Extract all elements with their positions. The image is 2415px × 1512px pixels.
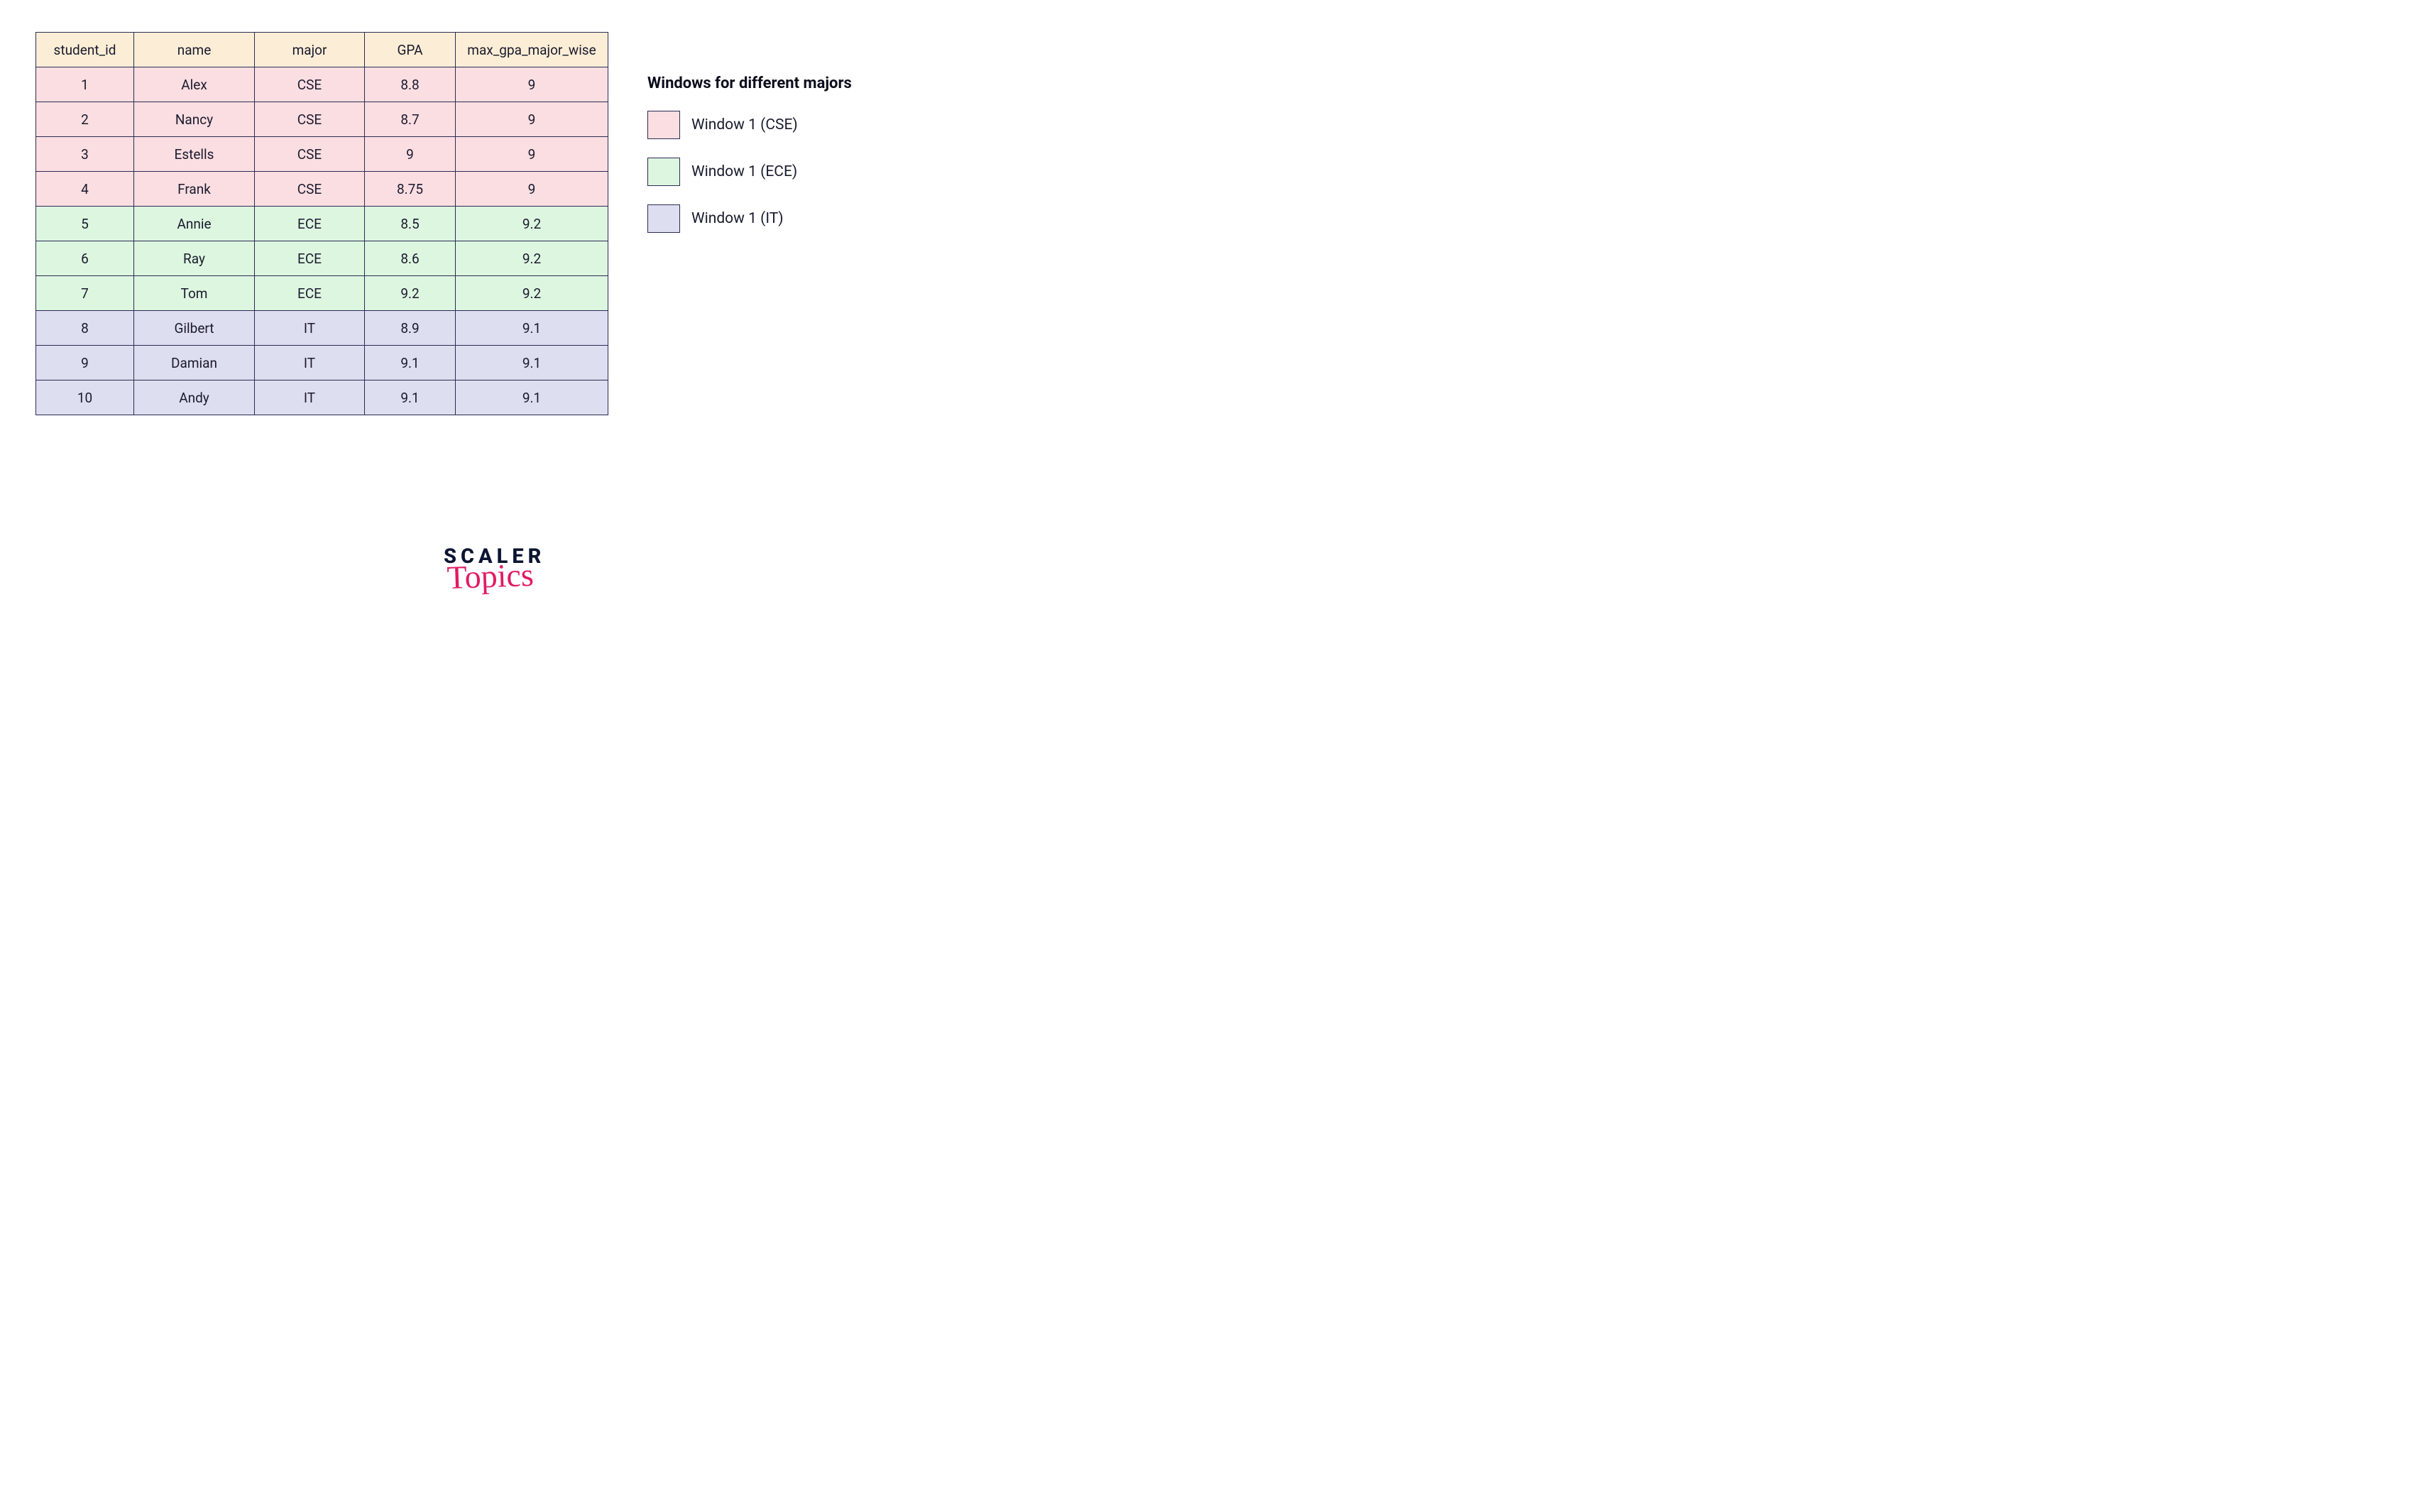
cell-gpa: 9.1 xyxy=(365,380,456,415)
cell-student_id: 4 xyxy=(36,172,134,207)
cell-max: 9 xyxy=(456,137,608,172)
cell-student_id: 8 xyxy=(36,311,134,346)
cell-student_id: 6 xyxy=(36,241,134,276)
legend: Windows for different majors Window 1 (C… xyxy=(647,75,852,251)
cell-max: 9.1 xyxy=(456,346,608,380)
cell-max: 9.2 xyxy=(456,207,608,241)
cell-major: IT xyxy=(255,311,365,346)
main-row: student_id name major GPA max_gpa_major_… xyxy=(35,32,1038,415)
cell-name: Andy xyxy=(134,380,255,415)
cell-name: Nancy xyxy=(134,102,255,137)
legend-label: Window 1 (IT) xyxy=(691,210,784,227)
legend-label: Window 1 (ECE) xyxy=(691,163,797,180)
cell-name: Annie xyxy=(134,207,255,241)
col-header-major: major xyxy=(255,33,365,67)
table-header-row: student_id name major GPA max_gpa_major_… xyxy=(36,33,608,67)
legend-item: Window 1 (CSE) xyxy=(647,111,852,139)
legend-swatch-it xyxy=(647,204,680,233)
col-header-name: name xyxy=(134,33,255,67)
cell-major: ECE xyxy=(255,241,365,276)
cell-student_id: 5 xyxy=(36,207,134,241)
cell-name: Gilbert xyxy=(134,311,255,346)
cell-gpa: 8.5 xyxy=(365,207,456,241)
scaler-topics-logo: SCALER Topics xyxy=(444,547,545,593)
cell-student_id: 1 xyxy=(36,67,134,102)
table-row: 8GilbertIT8.99.1 xyxy=(36,311,608,346)
cell-major: CSE xyxy=(255,102,365,137)
legend-swatch-cse xyxy=(647,111,680,139)
cell-name: Damian xyxy=(134,346,255,380)
cell-gpa: 8.8 xyxy=(365,67,456,102)
table-row: 5AnnieECE8.59.2 xyxy=(36,207,608,241)
cell-gpa: 8.6 xyxy=(365,241,456,276)
cell-gpa: 9 xyxy=(365,137,456,172)
table-row: 4FrankCSE8.759 xyxy=(36,172,608,207)
cell-gpa: 8.9 xyxy=(365,311,456,346)
cell-gpa: 9.2 xyxy=(365,276,456,311)
cell-name: Alex xyxy=(134,67,255,102)
logo-line-2: Topics xyxy=(439,559,542,595)
cell-gpa: 8.7 xyxy=(365,102,456,137)
legend-item: Window 1 (IT) xyxy=(647,204,852,233)
legend-swatch-ece xyxy=(647,158,680,186)
cell-max: 9 xyxy=(456,172,608,207)
cell-max: 9.1 xyxy=(456,380,608,415)
cell-student_id: 10 xyxy=(36,380,134,415)
students-table: student_id name major GPA max_gpa_major_… xyxy=(35,32,608,415)
cell-major: ECE xyxy=(255,207,365,241)
cell-major: ECE xyxy=(255,276,365,311)
legend-item: Window 1 (ECE) xyxy=(647,158,852,186)
cell-gpa: 9.1 xyxy=(365,346,456,380)
col-header-gpa: GPA xyxy=(365,33,456,67)
table-row: 9DamianIT9.19.1 xyxy=(36,346,608,380)
cell-major: CSE xyxy=(255,67,365,102)
cell-major: CSE xyxy=(255,172,365,207)
cell-name: Tom xyxy=(134,276,255,311)
col-header-student-id: student_id xyxy=(36,33,134,67)
col-header-max: max_gpa_major_wise xyxy=(456,33,608,67)
cell-name: Frank xyxy=(134,172,255,207)
cell-major: IT xyxy=(255,380,365,415)
cell-student_id: 2 xyxy=(36,102,134,137)
cell-max: 9.2 xyxy=(456,276,608,311)
cell-name: Ray xyxy=(134,241,255,276)
cell-major: IT xyxy=(255,346,365,380)
cell-student_id: 9 xyxy=(36,346,134,380)
cell-student_id: 3 xyxy=(36,137,134,172)
cell-max: 9.1 xyxy=(456,311,608,346)
cell-max: 9 xyxy=(456,102,608,137)
table-row: 7TomECE9.29.2 xyxy=(36,276,608,311)
cell-major: CSE xyxy=(255,137,365,172)
page-root: student_id name major GPA max_gpa_major_… xyxy=(0,0,1073,671)
legend-title: Windows for different majors xyxy=(647,75,852,92)
cell-max: 9 xyxy=(456,67,608,102)
cell-name: Estells xyxy=(134,137,255,172)
table-row: 2NancyCSE8.79 xyxy=(36,102,608,137)
table-row: 3EstellsCSE99 xyxy=(36,137,608,172)
legend-label: Window 1 (CSE) xyxy=(691,116,798,133)
cell-max: 9.2 xyxy=(456,241,608,276)
cell-gpa: 8.75 xyxy=(365,172,456,207)
table-row: 6RayECE8.69.2 xyxy=(36,241,608,276)
table-row: 10AndyIT9.19.1 xyxy=(36,380,608,415)
cell-student_id: 7 xyxy=(36,276,134,311)
table-row: 1AlexCSE8.89 xyxy=(36,67,608,102)
